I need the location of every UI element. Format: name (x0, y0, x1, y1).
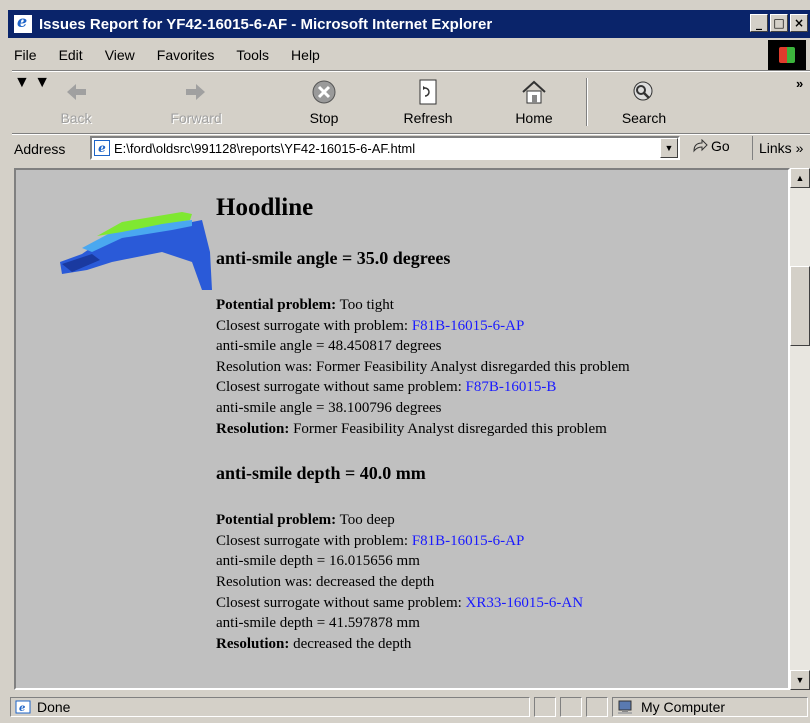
address-bar: Address e E:\ford\oldsrc\991128\reports\… (14, 136, 810, 162)
scroll-thumb[interactable] (790, 266, 810, 346)
problem-label: Potential problem: (216, 512, 337, 529)
go-button[interactable]: Go (692, 138, 730, 154)
windows-logo-icon (768, 40, 806, 70)
page-icon: e (94, 140, 110, 156)
problem-label: Potential problem: (216, 297, 337, 313)
zone-text: My Computer (641, 699, 726, 715)
toolbar-divider (12, 133, 810, 135)
forward-label: Forward (170, 110, 222, 126)
problem-value: Too tight (339, 297, 394, 313)
part-title: Hoodline (216, 194, 314, 221)
resolution-label: Resolution: (216, 420, 290, 437)
vertical-scrollbar[interactable]: ▲ ▼ (790, 168, 810, 690)
scroll-up-icon[interactable]: ▲ (790, 168, 810, 188)
search-label: Search (621, 110, 667, 126)
back-button[interactable]: Back (44, 74, 108, 130)
status-bar: e Done My Computer (10, 694, 810, 720)
standard-toolbar: Back ▼ Forward ▼ Stop Refresh Home Searc… (14, 74, 810, 132)
closest-without-value: anti-smile depth = 41.597878 mm (216, 615, 420, 632)
toolbar-separator (586, 78, 588, 126)
closest-with-label: Closest surrogate with problem: (216, 317, 409, 334)
resolution-value: decreased the depth (293, 635, 412, 652)
menu-view[interactable]: View (105, 47, 135, 63)
status-pane-empty (560, 697, 582, 717)
toolbar-more-chevron[interactable]: » (796, 76, 803, 91)
go-arrow-icon (693, 139, 708, 153)
minimize-button[interactable]: _ (750, 14, 768, 32)
refresh-icon (419, 79, 437, 105)
home-button[interactable]: Home (502, 74, 566, 130)
back-dropdown-icon[interactable]: ▼ (14, 74, 30, 91)
closest-without-label: Closest surrogate without same problem: (216, 379, 462, 396)
home-label: Home (515, 110, 553, 126)
links-button[interactable]: Links » (752, 136, 803, 160)
svg-text:e: e (19, 703, 25, 714)
back-label: Back (60, 110, 92, 126)
surrogate-without-link[interactable]: F87B-16015-B (466, 379, 557, 395)
status-pane-empty (586, 697, 608, 717)
issue-heading: anti-smile angle = 35.0 degrees (216, 248, 451, 268)
resolution-was: Resolution was: decreased the depth (216, 573, 435, 590)
stop-button[interactable]: Stop (292, 74, 356, 130)
resolution-label: Resolution: (216, 635, 290, 652)
menu-favorites[interactable]: Favorites (157, 47, 215, 63)
computer-icon (618, 700, 632, 714)
resolution-value: Former Feasibility Analyst disregarded t… (293, 420, 607, 437)
menu-divider (12, 70, 810, 72)
maximize-button[interactable]: □ (770, 14, 788, 32)
ie-app-icon[interactable] (13, 12, 33, 34)
closest-with-label: Closest surrogate with problem: (216, 532, 409, 549)
close-button[interactable]: × (790, 14, 808, 32)
closest-with-value: anti-smile angle = 48.450817 degrees (216, 338, 442, 355)
issue-details: Potential problem: Too deep Closest surr… (216, 510, 776, 654)
surrogate-with-link[interactable]: F81B-16015-6-AP (412, 318, 525, 334)
issue-heading: anti-smile depth = 40.0 mm (216, 463, 426, 484)
forward-arrow-icon (186, 84, 205, 100)
search-globe-icon (633, 81, 653, 101)
menu-tools[interactable]: Tools (236, 47, 269, 63)
go-label: Go (711, 138, 730, 154)
issue-details: Potential problem: Too tight Closest sur… (216, 295, 776, 439)
menu-file[interactable]: File (14, 47, 37, 63)
page-content: Hoodline anti-smile angle = 35.0 degrees… (14, 168, 790, 690)
status-pane: e Done (10, 697, 530, 717)
browser-window: Issues Report for YF42-16015-6-AF - Micr… (0, 0, 810, 723)
zone-pane: My Computer (612, 697, 808, 717)
problem-value: Too deep (339, 512, 395, 529)
back-arrow-icon (67, 84, 86, 100)
address-url[interactable]: E:\ford\oldsrc\991128\reports\YF42-16015… (114, 141, 415, 156)
stop-icon (312, 80, 336, 104)
menu-edit[interactable]: Edit (59, 47, 83, 63)
address-dropdown-icon[interactable]: ▼ (660, 138, 678, 158)
issues-report: Hoodline anti-smile angle = 35.0 degrees… (216, 194, 776, 678)
refresh-button[interactable]: Refresh (396, 74, 460, 130)
refresh-label: Refresh (403, 110, 453, 126)
forward-button[interactable]: Forward (164, 74, 228, 130)
closest-with-value: anti-smile depth = 16.015656 mm (216, 553, 420, 570)
status-pane-empty (534, 697, 556, 717)
closest-without-label: Closest surrogate without same problem: (216, 594, 462, 611)
hood-part-image (60, 212, 212, 290)
window-controls: _ □ × (750, 14, 808, 32)
status-page-icon: e (15, 700, 31, 714)
home-icon (522, 80, 546, 104)
stop-label: Stop (309, 110, 339, 126)
address-label: Address (14, 141, 66, 157)
title-bar[interactable]: Issues Report for YF42-16015-6-AF - Micr… (8, 10, 810, 38)
address-input[interactable]: e E:\ford\oldsrc\991128\reports\YF42-160… (90, 136, 680, 160)
resolution-was: Resolution was: Former Feasibility Analy… (216, 358, 630, 375)
closest-without-value: anti-smile angle = 38.100796 degrees (216, 399, 442, 416)
menu-bar: File Edit View Favorites Tools Help (14, 42, 774, 68)
menu-help[interactable]: Help (291, 47, 320, 63)
window-title: Issues Report for YF42-16015-6-AF - Micr… (39, 15, 493, 33)
surrogate-without-link[interactable]: XR33-16015-6-AN (466, 595, 584, 611)
search-button[interactable]: Search (612, 74, 676, 130)
surrogate-with-link[interactable]: F81B-16015-6-AP (412, 533, 525, 549)
status-text: Done (37, 699, 71, 715)
scroll-down-icon[interactable]: ▼ (790, 670, 810, 690)
